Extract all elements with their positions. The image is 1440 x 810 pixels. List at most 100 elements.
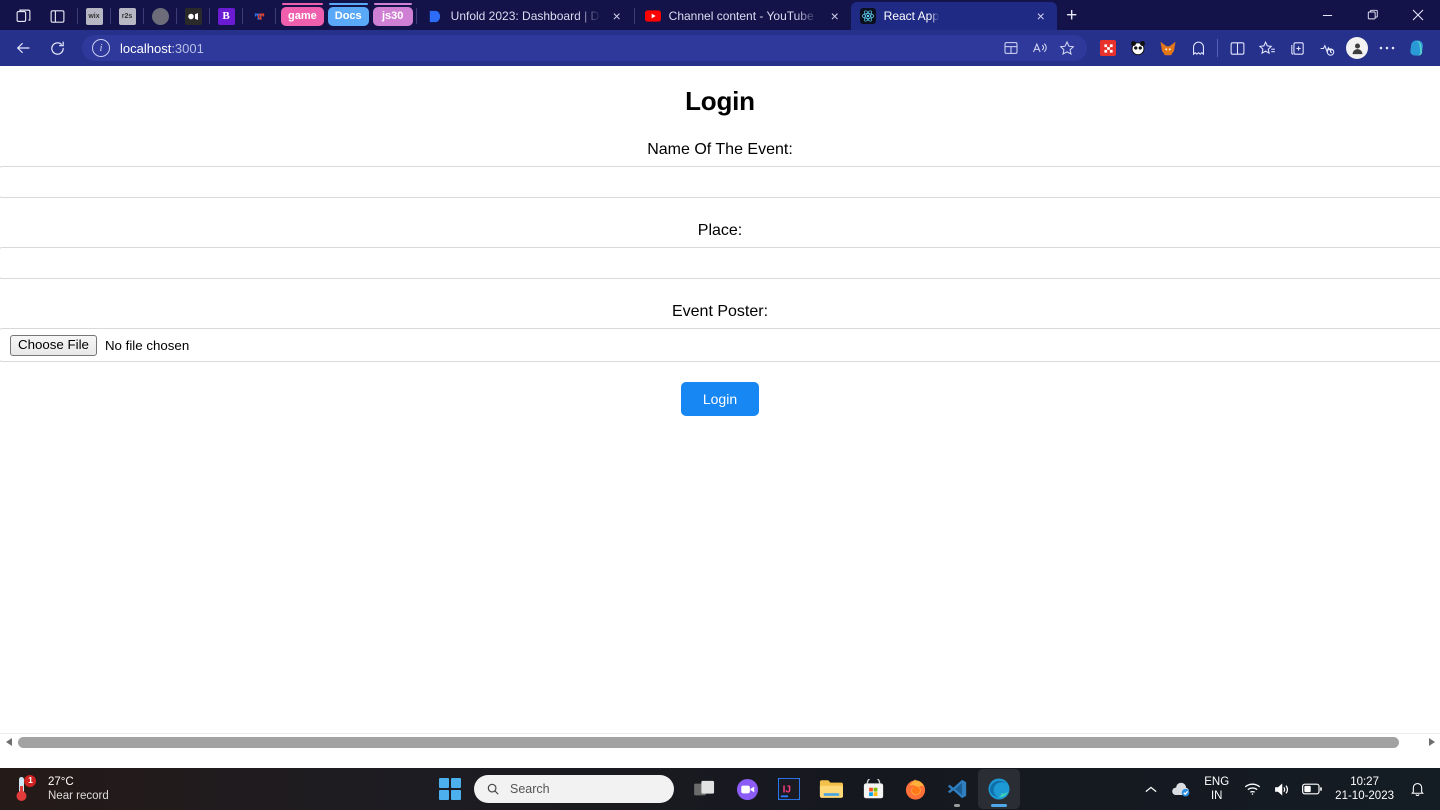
camera-favicon: [184, 7, 202, 25]
profile-avatar[interactable]: [1342, 34, 1372, 62]
search-icon: [487, 783, 499, 795]
scroll-left-arrow-icon[interactable]: [0, 734, 17, 751]
tab-title: React App: [883, 9, 940, 23]
split-screen-icon[interactable]: [997, 36, 1025, 60]
running-indicator: [991, 804, 1007, 807]
scroll-right-arrow-icon[interactable]: [1423, 734, 1440, 751]
split-screen-icon[interactable]: [1222, 34, 1252, 62]
taskbar-edge[interactable]: [978, 769, 1020, 809]
taskbar-firefox[interactable]: [894, 769, 936, 809]
back-icon[interactable]: [8, 34, 38, 62]
address-bar-actions: [997, 36, 1081, 60]
copilot-icon[interactable]: [1402, 34, 1432, 62]
taskbar-search[interactable]: Search: [474, 775, 674, 803]
read-aloud-icon[interactable]: [1025, 36, 1053, 60]
address-bar[interactable]: i localhost:3001: [82, 35, 1087, 61]
collections-icon[interactable]: [1282, 34, 1312, 62]
extension-ghost-icon[interactable]: [1183, 34, 1213, 62]
taskbar-file-explorer[interactable]: [810, 769, 852, 809]
divider: [110, 8, 111, 24]
divider: [1217, 39, 1218, 57]
start-button[interactable]: [430, 769, 470, 809]
taskbar-intellij[interactable]: IJ: [768, 769, 810, 809]
extension-metamask-icon[interactable]: [1153, 34, 1183, 62]
place-input[interactable]: [0, 247, 1440, 279]
event-name-label: Name Of The Event:: [647, 141, 793, 158]
favorite-star-icon[interactable]: [1053, 36, 1081, 60]
weather-badge: 1: [28, 775, 33, 785]
battery-icon[interactable]: [1297, 774, 1327, 804]
pinned-tab-b[interactable]: B: [213, 2, 239, 30]
tab-unfold[interactable]: Unfold 2023: Dashboard | Devfoli ×: [418, 2, 633, 30]
group-tab-js30[interactable]: js30: [371, 2, 415, 30]
language-indicator[interactable]: ENG IN: [1196, 775, 1237, 803]
pinned-tab-gray[interactable]: [147, 2, 173, 30]
window-controls: [1305, 0, 1440, 30]
thermometer-icon: 1: [14, 774, 40, 804]
event-poster-label: Event Poster:: [671, 303, 769, 320]
chevron-up-icon[interactable]: [1136, 774, 1166, 804]
refresh-icon[interactable]: [42, 34, 72, 62]
divider: [77, 8, 78, 24]
extension-panda-icon[interactable]: [1123, 34, 1153, 62]
place-label: Place:: [697, 222, 743, 239]
gray-circle-favicon: [151, 7, 169, 25]
notification-bell-icon[interactable]: [1402, 774, 1432, 804]
react-icon: [859, 8, 876, 24]
wifi-icon[interactable]: [1237, 774, 1267, 804]
onedrive-sync-icon[interactable]: [1166, 774, 1196, 804]
tab-title: Unfold 2023: Dashboard | Devfoli: [450, 9, 601, 23]
pinned-tab-infinity[interactable]: [246, 2, 272, 30]
minimize-button[interactable]: [1305, 0, 1350, 30]
close-icon[interactable]: ×: [825, 6, 845, 26]
taskbar-meet[interactable]: [726, 769, 768, 809]
tab-search-icon[interactable]: [6, 2, 40, 30]
tab-strip: wix r2s B game Docs js30 Unfold 2023: Da…: [0, 0, 1440, 30]
new-tab-button[interactable]: +: [1057, 2, 1087, 30]
clock-date: 21-10-2023: [1335, 790, 1394, 802]
group-tab-docs[interactable]: Docs: [326, 2, 371, 30]
taskbar-center: Search IJ: [430, 769, 1020, 809]
taskbar-microsoft-store[interactable]: [852, 769, 894, 809]
event-poster-file-input[interactable]: Choose File No file chosen: [0, 328, 1440, 362]
pinned-tab-wix[interactable]: wix: [81, 2, 107, 30]
event-name-input[interactable]: [0, 166, 1440, 198]
weather-text: 27°C Near record: [48, 775, 109, 803]
choose-file-button[interactable]: Choose File: [10, 334, 97, 356]
extension-red-icon[interactable]: [1093, 34, 1123, 62]
maximize-restore-button[interactable]: [1350, 0, 1395, 30]
browser-essentials-icon[interactable]: [1312, 34, 1342, 62]
favorites-icon[interactable]: [1252, 34, 1282, 62]
clock[interactable]: 10:27 21-10-2023: [1327, 775, 1402, 803]
taskbar-vscode[interactable]: [936, 769, 978, 809]
settings-more-icon[interactable]: [1372, 34, 1402, 62]
group-tab-label: game: [281, 6, 324, 26]
close-button[interactable]: [1395, 0, 1440, 30]
login-button[interactable]: Login: [680, 382, 760, 416]
wix-favicon: wix: [85, 7, 103, 25]
pinned-tab-h2s[interactable]: r2s: [114, 2, 140, 30]
close-icon[interactable]: ×: [607, 6, 627, 26]
volume-icon[interactable]: [1267, 774, 1297, 804]
login-form: Login Name Of The Event: Place: Event Po…: [0, 66, 1440, 416]
taskbar-task-view[interactable]: [684, 769, 726, 809]
youtube-icon: [644, 8, 661, 24]
page-title: Login: [685, 86, 755, 116]
pinned-tab-camera[interactable]: [180, 2, 206, 30]
divider: [176, 8, 177, 24]
divider: [143, 8, 144, 24]
scrollbar-track[interactable]: [17, 734, 1423, 751]
tab-youtube-studio[interactable]: Channel content - YouTube Studi ×: [636, 2, 851, 30]
divider: [209, 8, 210, 24]
horizontal-scrollbar[interactable]: [0, 733, 1440, 750]
tab-actions-icon[interactable]: [40, 2, 74, 30]
tab-react-app[interactable]: React App ×: [850, 2, 1057, 30]
site-info-icon[interactable]: i: [92, 39, 110, 57]
group-color-bar: [282, 3, 323, 5]
group-tab-game[interactable]: game: [279, 2, 326, 30]
weather-widget[interactable]: 1 27°C Near record: [0, 774, 230, 804]
weather-temperature: 27°C: [48, 776, 74, 788]
browser-window: wix r2s B game Docs js30 Unfold 2023: Da…: [0, 0, 1440, 768]
scrollbar-thumb[interactable]: [18, 736, 1399, 748]
close-icon[interactable]: ×: [1031, 6, 1051, 26]
